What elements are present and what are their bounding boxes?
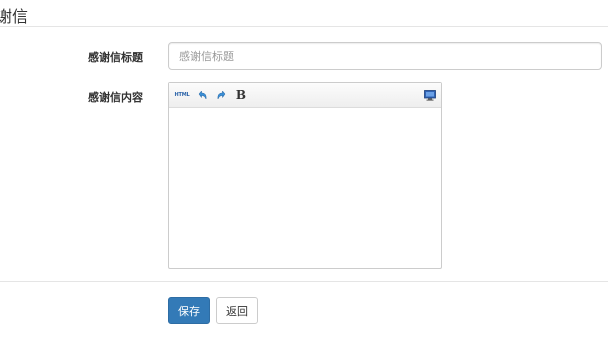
editor-toolbar: HTML B (169, 83, 441, 108)
content-label: 感谢信内容 (88, 91, 143, 104)
save-button[interactable]: 保存 (168, 297, 210, 324)
fullscreen-icon[interactable] (423, 87, 437, 103)
page-header: 谢信 (0, 0, 608, 27)
title-label: 感谢信标题 (88, 51, 143, 64)
form-divider (0, 281, 608, 282)
rich-text-editor: HTML B (168, 82, 442, 269)
title-input[interactable] (168, 42, 602, 70)
html-label: HTML (174, 92, 190, 98)
page-title: 谢信 (0, 7, 29, 26)
undo-icon[interactable] (195, 87, 209, 103)
redo-icon[interactable] (215, 87, 229, 103)
bold-label: B (235, 88, 247, 102)
bold-icon[interactable]: B (235, 87, 247, 103)
back-button[interactable]: 返回 (216, 297, 258, 324)
editor-content-area[interactable] (169, 108, 441, 268)
html-icon[interactable]: HTML (174, 87, 190, 103)
